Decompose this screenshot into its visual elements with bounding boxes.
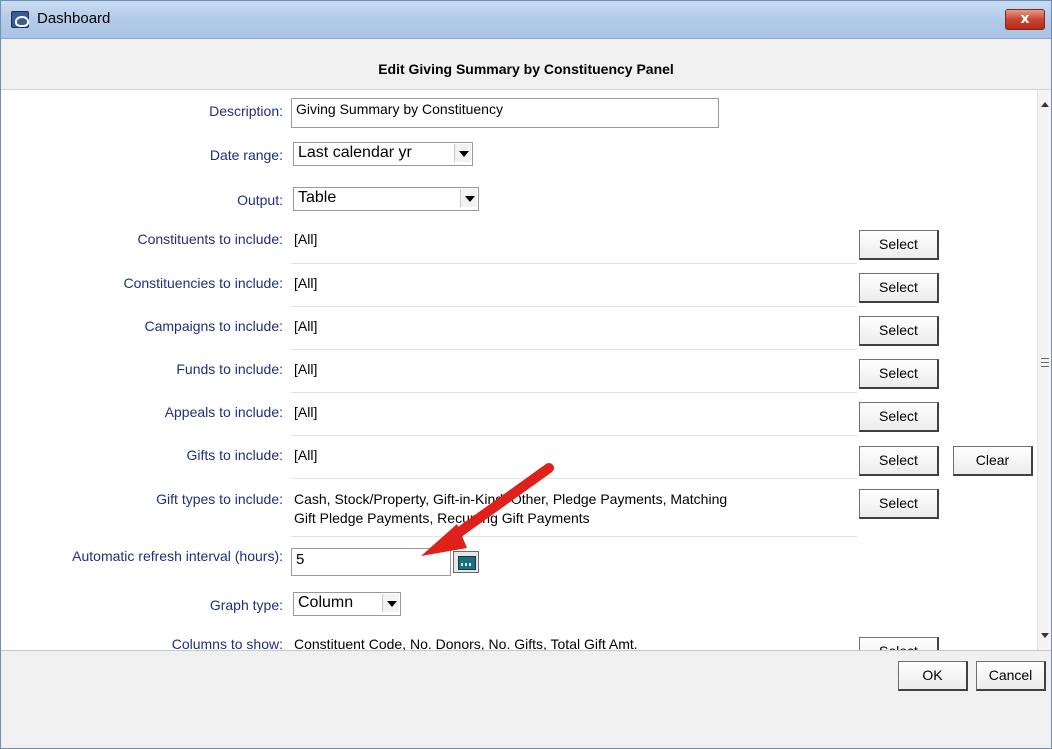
row-divider (291, 392, 857, 393)
select-constituents-button[interactable]: Select (859, 230, 939, 260)
constituencies-value: [All] (294, 275, 318, 291)
select-gifts-button[interactable]: Select (859, 446, 939, 476)
select-gift-types-button[interactable]: Select (859, 489, 939, 519)
vertical-scrollbar[interactable] (1037, 90, 1051, 650)
graph-type-label: Graph type: (209, 597, 283, 613)
columns-label: Columns to show: (171, 636, 283, 650)
scroll-grip-icon[interactable] (1041, 358, 1049, 367)
date-range-select[interactable]: Last calendar yr (293, 142, 473, 166)
row-divider (291, 478, 857, 479)
chevron-down-icon[interactable] (460, 189, 477, 207)
graph-type-value: Column (298, 594, 354, 611)
row-divider (291, 349, 857, 350)
ok-button[interactable]: OK (898, 661, 968, 691)
output-value: Table (298, 189, 337, 206)
row-divider (291, 306, 857, 307)
constituencies-label: Constituencies to include: (123, 275, 283, 291)
columns-value: Constituent Code, No. Donors, No. Gifts,… (294, 636, 638, 650)
select-constituencies-button[interactable]: Select (859, 273, 939, 303)
row-divider (291, 263, 857, 264)
campaigns-label: Campaigns to include: (144, 318, 283, 334)
date-range-label: Date range: (209, 147, 283, 163)
gift-types-line1: Cash, Stock/Property, Gift-in-Kind, Othe… (294, 491, 728, 507)
gift-types-line2: Gift Pledge Payments, Recurring Gift Pay… (294, 510, 590, 526)
row-divider (291, 435, 857, 436)
panel-title: Edit Giving Summary by Constituency Pane… (378, 61, 674, 77)
description-label: Description: (209, 103, 283, 119)
close-button[interactable]: x (1005, 9, 1045, 30)
clear-gifts-button[interactable]: Clear (953, 446, 1033, 476)
cancel-button[interactable]: Cancel (976, 661, 1046, 691)
select-campaigns-button[interactable]: Select (859, 316, 939, 346)
constituents-label: Constituents to include: (137, 231, 283, 247)
form-content: Description: Giving Summary by Constitue… (1, 90, 1037, 650)
chevron-down-icon[interactable] (454, 144, 471, 162)
funds-label: Funds to include: (176, 361, 283, 377)
select-appeals-button[interactable]: Select (859, 402, 939, 432)
refresh-interval-label: Automatic refresh interval (hours): (72, 548, 283, 564)
dashboard-app-icon (11, 11, 29, 28)
chevron-down-icon[interactable] (382, 594, 399, 612)
funds-value: [All] (294, 361, 318, 377)
output-select[interactable]: Table (293, 187, 479, 211)
gifts-value: [All] (294, 447, 318, 463)
dialog-footer: OK Cancel (1, 650, 1051, 748)
description-input[interactable]: Giving Summary by Constituency (291, 98, 719, 128)
gift-types-label: Gift types to include: (156, 491, 283, 507)
appeals-value: [All] (294, 404, 318, 420)
constituents-value: [All] (294, 231, 318, 247)
panel-header: Edit Giving Summary by Constituency Pane… (1, 40, 1051, 90)
scroll-down-icon[interactable] (1041, 633, 1049, 638)
calculator-icon[interactable] (453, 551, 479, 573)
title-bar: Dashboard x (1, 1, 1051, 39)
dashboard-window: Dashboard x Edit Giving Summary by Const… (0, 0, 1052, 749)
graph-type-select[interactable]: Column (293, 592, 401, 616)
output-label: Output: (237, 192, 283, 208)
appeals-label: Appeals to include: (164, 404, 283, 420)
window-title: Dashboard (37, 10, 111, 27)
gifts-label: Gifts to include: (186, 447, 284, 463)
row-divider (291, 536, 857, 537)
date-range-value: Last calendar yr (298, 144, 412, 161)
campaigns-value: [All] (294, 318, 318, 334)
select-columns-button[interactable]: Select (859, 637, 939, 650)
select-funds-button[interactable]: Select (859, 359, 939, 389)
refresh-interval-input[interactable]: 5 (291, 548, 451, 576)
scroll-up-icon[interactable] (1041, 102, 1049, 107)
